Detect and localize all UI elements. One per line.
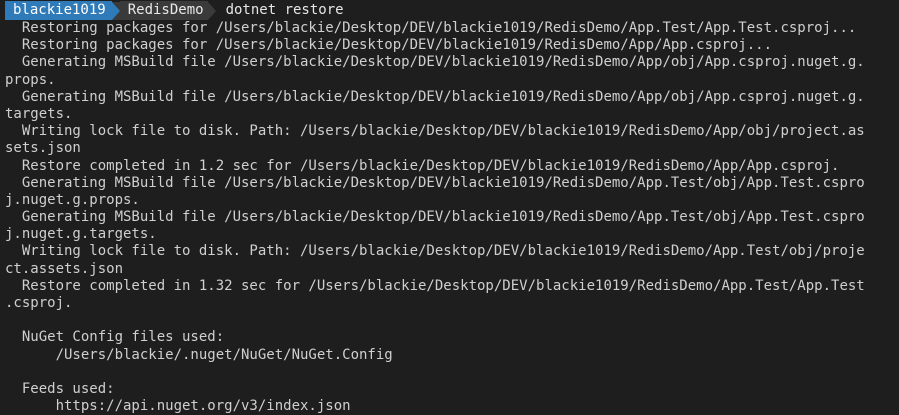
output-line: sets.json	[5, 140, 81, 157]
output-line: Feeds used:	[5, 380, 115, 397]
output-line: https://api.nuget.org/v3/index.json	[5, 398, 351, 415]
output-line: Restoring packages for /Users/blackie/De…	[5, 20, 857, 36]
powerline-separator-icon	[111, 1, 120, 20]
prompt-user-segment: blackie1019	[5, 1, 112, 20]
output-line: j.nuget.g.props.	[5, 191, 140, 208]
output-line: Generating MSBuild file /Users/blackie/D…	[5, 54, 865, 71]
output-line: Writing lock file to disk. Path: /Users/…	[5, 123, 865, 140]
output-line: Generating MSBuild file /Users/blackie/D…	[5, 209, 865, 226]
shell-prompt: blackie1019 RedisDemo dotnet restore	[5, 1, 899, 20]
output-line: targets.	[5, 105, 73, 122]
output-line: /Users/blackie/.nuget/NuGet/NuGet.Config	[5, 346, 393, 363]
command-output: Restoring packages for /Users/blackie/De…	[5, 20, 899, 415]
output-line: ct.assets.json	[5, 260, 124, 277]
output-line: props.	[5, 71, 56, 88]
output-line: Generating MSBuild file /Users/blackie/D…	[5, 88, 865, 105]
output-line: Restore completed in 1.2 sec for /Users/…	[5, 157, 840, 174]
output-line: NuGet Config files used:	[5, 329, 225, 346]
output-line: .csproj.	[5, 295, 73, 311]
powerline-separator-icon	[207, 1, 216, 20]
output-line: Restore completed in 1.32 sec for /Users…	[5, 277, 865, 294]
terminal-window[interactable]: blackie1019 RedisDemo dotnet restore Res…	[0, 0, 899, 415]
command-text: dotnet restore	[225, 2, 344, 18]
output-line: j.nuget.g.targets.	[5, 226, 157, 243]
output-line: Writing lock file to disk. Path: /Users/…	[5, 243, 865, 260]
prompt-directory-segment: RedisDemo	[119, 1, 208, 20]
output-line: Restoring packages for /Users/blackie/De…	[5, 37, 773, 54]
output-line: Generating MSBuild file /Users/blackie/D…	[5, 174, 865, 191]
